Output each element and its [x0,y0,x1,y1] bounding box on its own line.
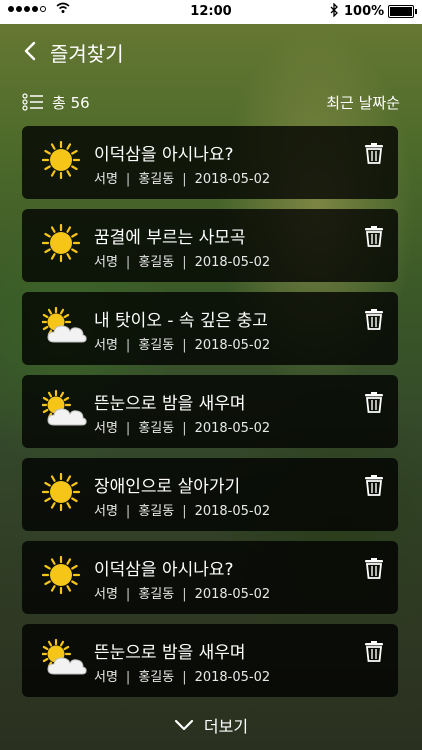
page-title: 즐겨찾기 [50,42,124,66]
favorites-list: 이덕삼을 아시나요? 서명 | 홍길동 | 2018-05-02 꿈결에 부르는 사모곡… [22,126,398,707]
item-author: 서명 [94,255,118,270]
trash-icon[interactable] [364,308,384,330]
back-icon[interactable] [20,40,42,62]
item-meta: 서명 | 홍길동 | 2018-05-02 [94,172,271,187]
sun-icon [41,555,88,595]
item-author: 서명 [94,421,118,436]
trash-icon[interactable] [364,557,384,579]
item-date: 2018-05-02 [194,587,271,602]
sort-dropdown[interactable]: 최근 날짜순 [326,92,400,113]
item-name: 홍길동 [138,670,175,685]
item-date: 2018-05-02 [194,338,271,353]
summary-bar: 총 56 [22,90,90,114]
item-meta: 서명 | 홍길동 | 2018-05-02 [94,504,271,519]
item-meta: 서명 | 홍길동 | 2018-05-02 [94,587,271,602]
item-title: 뜬눈으로 밤을 새우며 [94,643,246,663]
trash-icon[interactable] [364,225,384,247]
item-name: 홍길동 [138,421,175,436]
item-author: 서명 [94,504,118,519]
trash-icon[interactable] [364,474,384,496]
total-count: 총 56 [52,93,90,112]
list-item[interactable]: 내 탓이오 - 속 깊은 충고 서명 | 홍길동 | 2018-05-02 [22,292,398,365]
chevron-down-icon [174,719,194,731]
list-item[interactable]: 뜬눈으로 밤을 새우며 서명 | 홍길동 | 2018-05-02 [22,624,398,697]
status-bar: 12:00 100% [0,0,422,24]
item-date: 2018-05-02 [194,172,271,187]
item-author: 서명 [94,338,118,353]
item-title: 꿈결에 부르는 사모곡 [94,228,246,248]
list-item[interactable]: 꿈결에 부르는 사모곡 서명 | 홍길동 | 2018-05-02 [22,209,398,282]
list-item[interactable]: 이덕삼을 아시나요? 서명 | 홍길동 | 2018-05-02 [22,126,398,199]
trash-icon[interactable] [364,391,384,413]
item-title: 이덕삼을 아시나요? [94,560,234,580]
item-meta: 서명 | 홍길동 | 2018-05-02 [94,255,271,270]
item-date: 2018-05-02 [194,670,271,685]
bluetooth-icon [330,2,339,21]
sun-icon [41,472,88,512]
item-date: 2018-05-02 [194,421,271,436]
sun-icon [41,140,88,180]
battery-percent: 100% [344,4,385,19]
item-date: 2018-05-02 [194,504,271,519]
item-meta: 서명 | 홍길동 | 2018-05-02 [94,421,271,436]
list-item[interactable]: 뜬눈으로 밤을 새우며 서명 | 홍길동 | 2018-05-02 [22,375,398,448]
item-name: 홍길동 [138,338,175,353]
item-author: 서명 [94,587,118,602]
item-author: 서명 [94,670,118,685]
item-name: 홍길동 [138,255,175,270]
item-author: 서명 [94,172,118,187]
item-title: 내 탓이오 - 속 깊은 충고 [94,311,268,331]
list-item[interactable]: 이덕삼을 아시나요? 서명 | 홍길동 | 2018-05-02 [22,541,398,614]
list-icon [22,93,44,111]
trash-icon[interactable] [364,142,384,164]
item-name: 홍길동 [138,172,175,187]
item-meta: 서명 | 홍길동 | 2018-05-02 [94,670,271,685]
sun-icon [41,223,88,263]
sun-cloud-icon [40,638,88,678]
sun-cloud-icon [40,389,88,429]
item-name: 홍길동 [138,587,175,602]
item-title: 뜬눈으로 밤을 새우며 [94,394,246,414]
item-title: 이덕삼을 아시나요? [94,145,234,165]
sun-cloud-icon [40,306,88,346]
list-item[interactable]: 장애인으로 살아가기 서명 | 홍길동 | 2018-05-02 [22,458,398,531]
item-name: 홍길동 [138,504,175,519]
item-date: 2018-05-02 [194,255,271,270]
item-meta: 서명 | 홍길동 | 2018-05-02 [94,338,271,353]
header: 즐겨찾기 [0,30,422,74]
battery-icon [388,5,417,18]
load-more-label: 더보기 [203,717,249,736]
item-title: 장애인으로 살아가기 [94,477,241,497]
trash-icon[interactable] [364,640,384,662]
load-more-button[interactable]: 더보기 [0,710,422,740]
